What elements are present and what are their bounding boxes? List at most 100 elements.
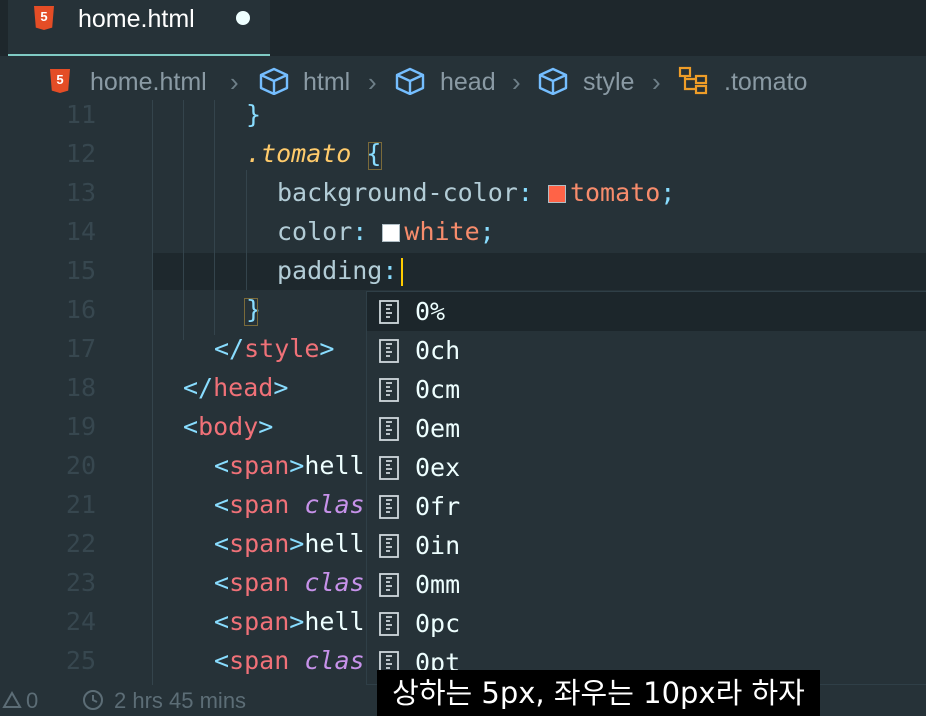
color-swatch-white[interactable] xyxy=(382,224,401,242)
suggestion-label: 0ch xyxy=(415,336,461,365)
tag-text: hell xyxy=(304,451,365,480)
suggestion-item[interactable]: 0ex xyxy=(367,448,926,487)
video-subtitle: 상하는 5px, 좌우는 10px라 하자 xyxy=(377,670,820,716)
tab-label: home.html xyxy=(78,5,195,33)
tag-open: < xyxy=(214,451,230,480)
tag-open: < xyxy=(214,568,230,597)
suggestion-label: 0fr xyxy=(415,492,461,521)
tag-close: > xyxy=(319,334,335,363)
current-line-highlight xyxy=(152,253,926,290)
css-selector: .tomato xyxy=(246,139,352,168)
suggestion-label: 0ex xyxy=(415,453,461,482)
unit-ruler-icon xyxy=(379,573,399,597)
breadcrumb-file[interactable]: home.html xyxy=(90,68,207,97)
suggestion-item[interactable]: 0% xyxy=(367,292,926,331)
unsaved-dot-icon[interactable] xyxy=(236,11,250,25)
tag-open: < xyxy=(214,607,230,636)
line-number: 25 xyxy=(65,646,96,675)
indent-guide xyxy=(152,100,153,685)
tag-name: span xyxy=(229,607,290,636)
tag-open: < xyxy=(214,490,230,519)
tag-open: < xyxy=(214,646,230,675)
line-number: 18 xyxy=(65,373,96,402)
attribute-name: clas xyxy=(304,646,365,675)
suggestion-label: 0mm xyxy=(415,570,461,599)
semicolon: ; xyxy=(479,217,495,246)
suggestion-item[interactable]: 0ch xyxy=(367,331,926,370)
suggestion-widget: 0% 0ch 0cm 0em 0ex 0fr 0in 0mm 0pc 0pt xyxy=(366,291,926,685)
attribute-name: clas xyxy=(304,490,365,519)
suggestion-item[interactable]: 0fr xyxy=(367,487,926,526)
time-tracker[interactable]: 2 hrs 45 mins xyxy=(114,688,246,714)
breadcrumb-item-head[interactable]: head xyxy=(440,68,496,97)
css-property: background-color xyxy=(277,178,518,207)
line-number: 21 xyxy=(65,490,96,519)
suggestion-label: 0% xyxy=(415,297,446,326)
breadcrumb: 5 home.html › html › head › style › .tom… xyxy=(0,56,926,106)
code-line-17: </style> xyxy=(214,334,334,363)
tag-close: > xyxy=(258,412,274,441)
code-line-24: <span>hell xyxy=(214,607,365,636)
breadcrumb-item-style[interactable]: style xyxy=(583,68,634,97)
cube-icon xyxy=(395,67,425,95)
tag-open: </ xyxy=(183,373,214,402)
cube-icon xyxy=(538,67,568,95)
code-line-25: <span clas xyxy=(214,646,365,675)
line-number: 14 xyxy=(65,217,96,246)
suggestion-label: 0em xyxy=(415,414,461,443)
tag-name: span xyxy=(229,529,290,558)
unit-ruler-icon xyxy=(379,456,399,480)
code-line-22: <span>hell xyxy=(214,529,365,558)
code-line-12: .tomato { xyxy=(246,139,381,168)
suggestion-item[interactable]: 0mm xyxy=(367,565,926,604)
bracket-match-highlight xyxy=(368,142,382,170)
unit-ruler-icon xyxy=(379,417,399,441)
line-number: 16 xyxy=(65,295,96,324)
line-number: 20 xyxy=(65,451,96,480)
suggestion-item[interactable]: 0cm xyxy=(367,370,926,409)
colon: : xyxy=(517,178,533,207)
problems-count[interactable]: 0 xyxy=(26,688,38,714)
indent-guide xyxy=(246,170,247,290)
line-number: 17 xyxy=(65,334,96,363)
breadcrumb-item-tomato[interactable]: .tomato xyxy=(724,68,807,97)
tag-name: span xyxy=(229,646,290,675)
line-number: 15 xyxy=(65,256,96,285)
text-cursor xyxy=(401,258,403,286)
history-clock-icon xyxy=(83,690,103,710)
css-value: white xyxy=(404,217,480,246)
code-line-20: <span>hell xyxy=(214,451,365,480)
semicolon: ; xyxy=(660,178,676,207)
suggestion-item[interactable]: 0in xyxy=(367,526,926,565)
chevron-right-icon: › xyxy=(368,67,377,97)
suggestion-label: 0pc xyxy=(415,609,461,638)
tag-close: > xyxy=(273,373,289,402)
tag-text: hell xyxy=(304,607,365,636)
tag-open: </ xyxy=(214,334,245,363)
editor-tab-bar: 5 home.html xyxy=(0,0,926,56)
code-line-11: } xyxy=(246,100,262,129)
color-swatch-tomato[interactable] xyxy=(547,185,566,203)
code-line-15: padding: xyxy=(277,256,397,285)
warning-icon[interactable] xyxy=(2,691,22,709)
suggestion-item[interactable]: 0pc xyxy=(367,604,926,643)
css-property: color xyxy=(277,217,353,246)
tab-home-html[interactable]: 5 home.html xyxy=(8,0,270,56)
code-line-14: color: white; xyxy=(277,217,495,246)
chevron-right-icon: › xyxy=(230,67,239,97)
unit-ruler-icon xyxy=(379,495,399,519)
unit-ruler-icon xyxy=(379,339,399,363)
code-line-19: <body> xyxy=(183,412,273,441)
code-line-23: <span clas xyxy=(214,568,365,597)
tag-open: < xyxy=(214,529,230,558)
code-line-13: background-color: tomato; xyxy=(277,178,675,207)
indent-guide xyxy=(214,100,215,335)
line-number: 23 xyxy=(65,568,96,597)
suggestion-item[interactable]: 0em xyxy=(367,409,926,448)
cube-icon xyxy=(259,67,289,95)
breadcrumb-item-html[interactable]: html xyxy=(303,68,350,97)
code-line-18: </head> xyxy=(183,373,288,402)
line-number: 24 xyxy=(65,607,96,636)
tag-name: span xyxy=(229,451,290,480)
suggestion-label: 0in xyxy=(415,531,461,560)
